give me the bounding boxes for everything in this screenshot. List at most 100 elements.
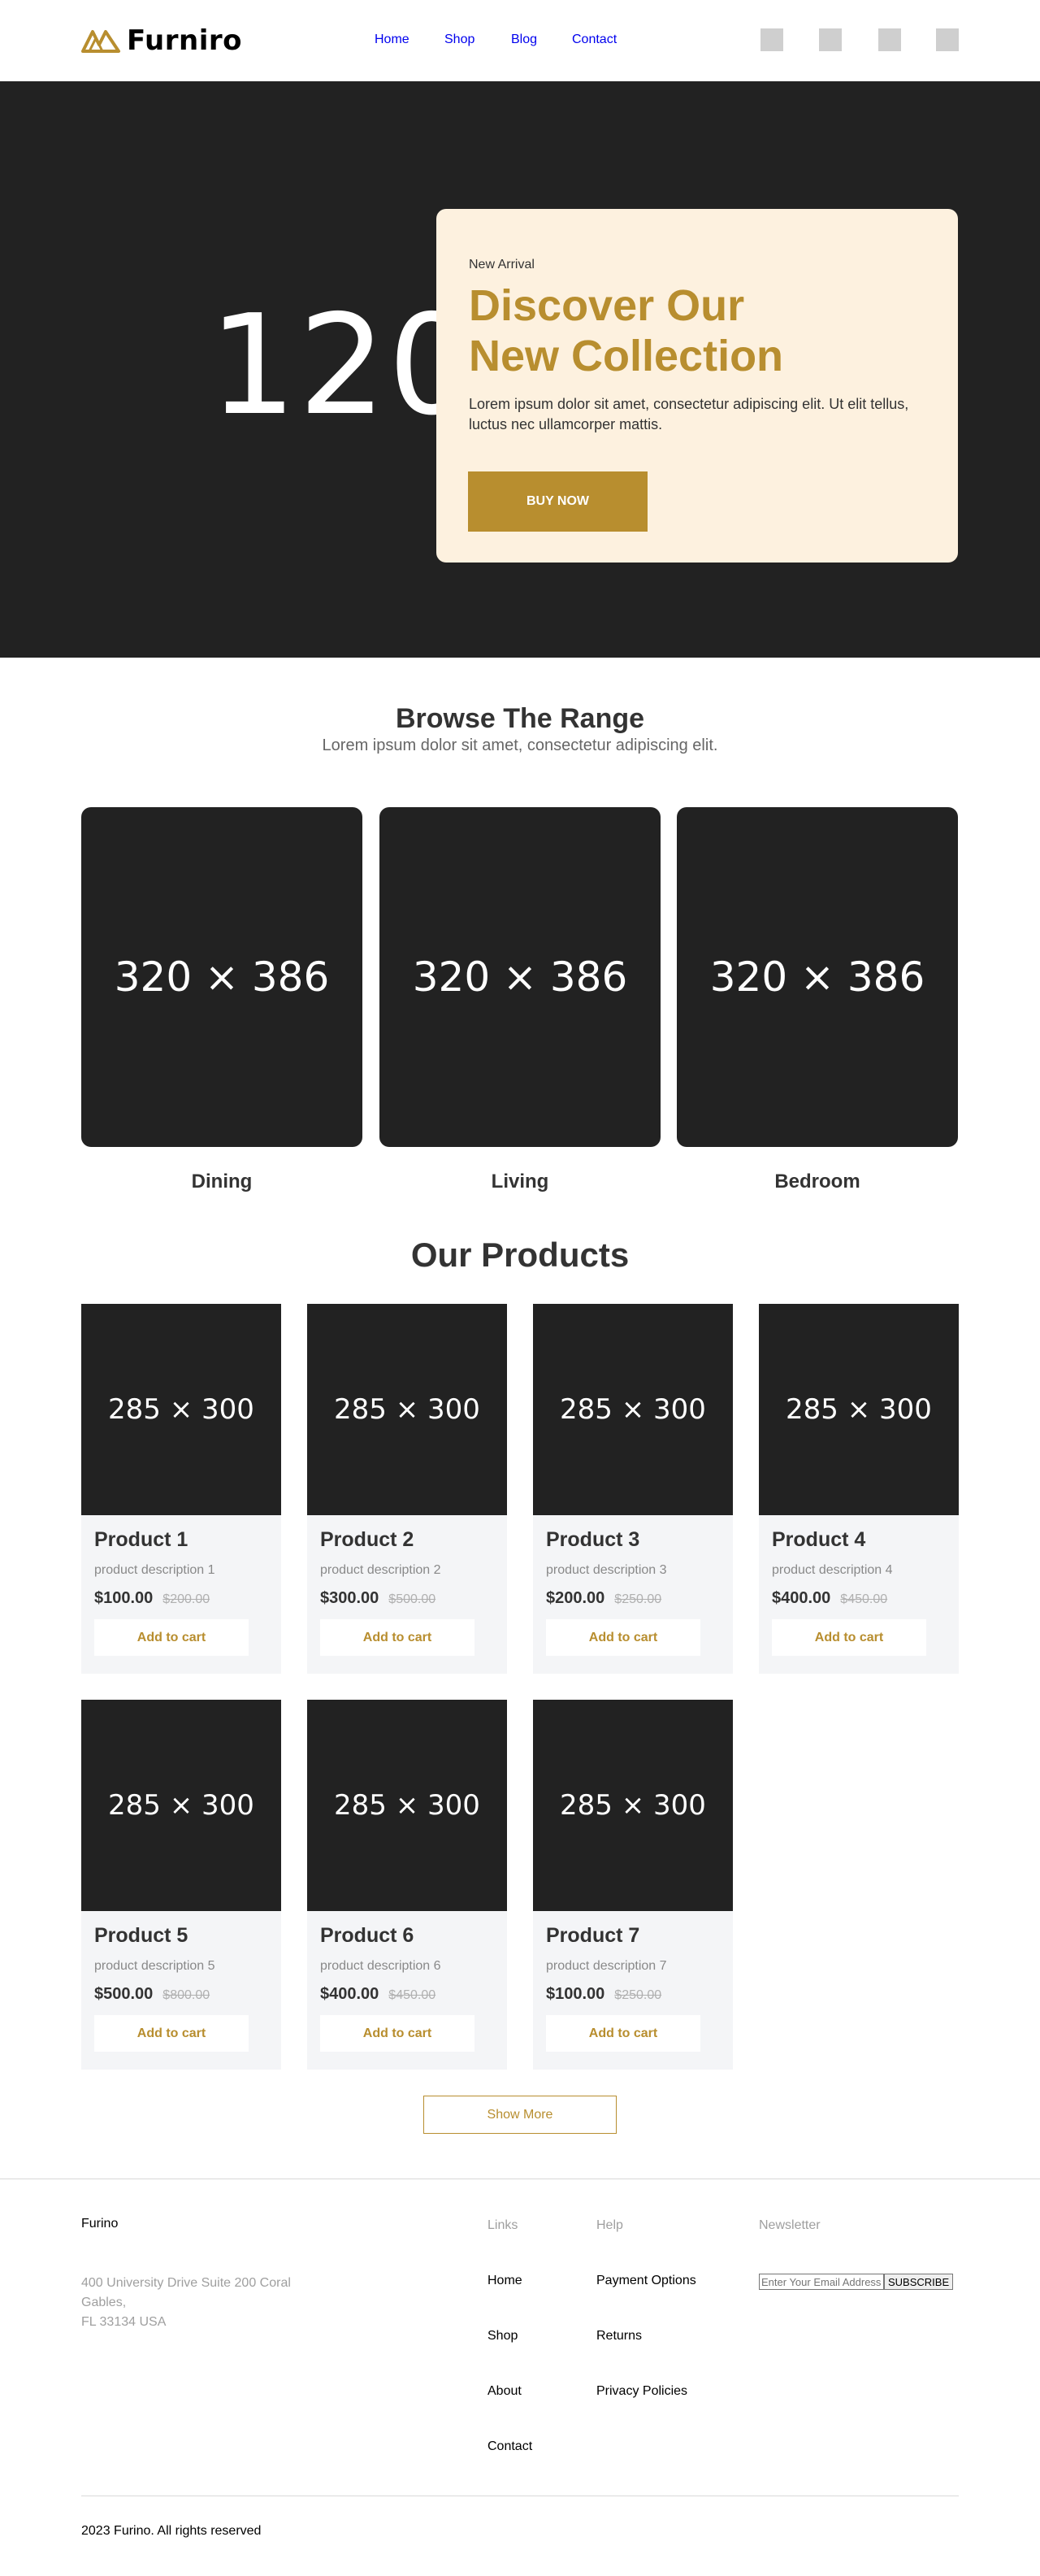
category-image-dining[interactable]: 320 × 386: [81, 807, 362, 1147]
category-label-bedroom[interactable]: Bedroom: [677, 1171, 958, 1193]
price-row: $300.00 $500.00: [320, 1589, 507, 1608]
subscribe-button[interactable]: SUBSCRIBE: [884, 2274, 954, 2290]
footer-address: 400 University Drive Suite 200 Coral Gab…: [81, 2274, 317, 2332]
buy-now-button[interactable]: BUY NOW: [468, 471, 648, 532]
footer-address-line1: 400 University Drive Suite 200 Coral Gab…: [81, 2276, 291, 2309]
product-price: $500.00: [94, 1985, 154, 2003]
add-to-cart-button[interactable]: Add to cart: [94, 2015, 249, 2052]
logo-text: Furniro: [127, 24, 242, 57]
footer-link-shop[interactable]: Shop: [488, 2329, 518, 2344]
product-card[interactable]: 285 × 300 Product 1 product description …: [81, 1304, 281, 1674]
add-to-cart-button[interactable]: Add to cart: [94, 1619, 249, 1656]
hero-description: Lorem ipsum dolor sit amet, consectetur …: [469, 396, 909, 432]
product-price: $100.00: [94, 1589, 154, 1607]
add-to-cart-button[interactable]: Add to cart: [772, 1619, 926, 1656]
product-price: $100.00: [546, 1985, 605, 2003]
product-description: product description 6: [320, 1959, 441, 1973]
hero-section: 1200 New Arrival Discover Our New Collec…: [0, 81, 1040, 658]
product-card[interactable]: 285 × 300 Product 6 product description …: [307, 1700, 507, 2070]
search-icon[interactable]: [819, 28, 842, 51]
add-to-cart-button[interactable]: Add to cart: [546, 1619, 700, 1656]
price-row: $400.00 $450.00: [772, 1589, 959, 1608]
logo[interactable]: Furniro: [81, 24, 242, 57]
product-old-price: $450.00: [840, 1592, 888, 1606]
price-row: $100.00 $250.00: [546, 1985, 733, 2004]
browse-title: Browse The Range: [395, 703, 645, 734]
product-name: Product 4: [772, 1528, 866, 1551]
product-old-price: $250.00: [614, 1592, 662, 1606]
main-nav: Home Shop Blog Contact: [375, 33, 617, 47]
add-to-cart-button[interactable]: Add to cart: [546, 2015, 700, 2052]
account-icon[interactable]: [760, 28, 783, 51]
product-description: product description 3: [546, 1563, 667, 1577]
product-name: Product 7: [546, 1924, 640, 1947]
add-to-cart-button[interactable]: Add to cart: [320, 2015, 474, 2052]
footer-help-returns[interactable]: Returns: [596, 2329, 642, 2344]
hero-card: New Arrival Discover Our New Collection …: [436, 209, 958, 563]
product-old-price: $200.00: [162, 1592, 210, 1606]
product-image[interactable]: 285 × 300: [307, 1304, 507, 1515]
price-row: $500.00 $800.00: [94, 1985, 281, 2004]
footer-address-line2: FL 33134 USA: [81, 2315, 167, 2329]
product-card[interactable]: 285 × 300 Product 3 product description …: [533, 1304, 733, 1674]
footer-link-about[interactable]: About: [488, 2384, 522, 2399]
hero-title: Discover Our New Collection: [469, 280, 925, 381]
hero-title-line1: Discover Our: [469, 281, 745, 330]
category-image-living[interactable]: 320 × 386: [379, 807, 661, 1147]
copyright: 2023 Furino. All rights reserved: [81, 2524, 262, 2538]
product-image[interactable]: 285 × 300: [533, 1304, 733, 1515]
product-price: $200.00: [546, 1589, 605, 1607]
product-old-price: $500.00: [388, 1592, 436, 1606]
product-card[interactable]: 285 × 300 Product 2 product description …: [307, 1304, 507, 1674]
nav-home[interactable]: Home: [375, 33, 410, 47]
newsletter-email-input[interactable]: [759, 2274, 884, 2290]
footer-help-privacy[interactable]: Privacy Policies: [596, 2384, 687, 2399]
product-card[interactable]: 285 × 300 Product 4 product description …: [759, 1304, 959, 1674]
product-old-price: $250.00: [614, 1988, 662, 2002]
category-image-bedroom[interactable]: 320 × 386: [677, 807, 958, 1147]
price-row: $100.00 $200.00: [94, 1589, 281, 1608]
nav-shop[interactable]: Shop: [444, 33, 474, 47]
product-name: Product 3: [546, 1528, 640, 1551]
product-price: $400.00: [772, 1589, 831, 1607]
product-card[interactable]: 285 × 300 Product 5 product description …: [81, 1700, 281, 2070]
footer-newsletter-heading: Newsletter: [759, 2218, 821, 2232]
product-image[interactable]: 285 × 300: [307, 1700, 507, 1911]
product-card[interactable]: 285 × 300 Product 7 product description …: [533, 1700, 733, 2070]
heart-icon[interactable]: [878, 28, 901, 51]
show-more-button[interactable]: Show More: [423, 2096, 617, 2134]
product-image[interactable]: 285 × 300: [759, 1304, 959, 1515]
newsletter-form: SUBSCRIBE: [759, 2274, 954, 2290]
product-description: product description 2: [320, 1563, 441, 1577]
product-old-price: $450.00: [388, 1988, 436, 2002]
footer-help-heading: Help: [596, 2218, 623, 2232]
product-description: product description 1: [94, 1563, 215, 1577]
cart-icon[interactable]: [936, 28, 959, 51]
product-price: $300.00: [320, 1589, 379, 1607]
nav-contact[interactable]: Contact: [572, 33, 617, 47]
footer-help-payment[interactable]: Payment Options: [596, 2274, 696, 2288]
footer-link-home[interactable]: Home: [488, 2274, 522, 2288]
category-label-dining[interactable]: Dining: [81, 1171, 362, 1193]
product-image[interactable]: 285 × 300: [81, 1304, 281, 1515]
category-label-living[interactable]: Living: [379, 1171, 661, 1193]
product-name: Product 6: [320, 1924, 414, 1947]
product-price: $400.00: [320, 1985, 379, 2003]
price-row: $200.00 $250.00: [546, 1589, 733, 1608]
footer-brand: Furino: [81, 2217, 119, 2231]
product-image[interactable]: 285 × 300: [81, 1700, 281, 1911]
product-description: product description 7: [546, 1959, 667, 1973]
footer-link-contact[interactable]: Contact: [488, 2439, 532, 2454]
hero-title-line2: New Collection: [469, 332, 784, 380]
browse-subtitle: Lorem ipsum dolor sit amet, consectetur …: [322, 736, 718, 754]
product-name: Product 1: [94, 1528, 188, 1551]
hero-subtitle: New Arrival: [469, 258, 535, 272]
header: Furniro Home Shop Blog Contact: [0, 0, 1040, 81]
product-description: product description 4: [772, 1563, 893, 1577]
product-image[interactable]: 285 × 300: [533, 1700, 733, 1911]
product-name: Product 2: [320, 1528, 414, 1551]
footer-links-heading: Links: [488, 2218, 518, 2232]
add-to-cart-button[interactable]: Add to cart: [320, 1619, 474, 1656]
product-name: Product 5: [94, 1924, 188, 1947]
nav-blog[interactable]: Blog: [511, 33, 537, 47]
